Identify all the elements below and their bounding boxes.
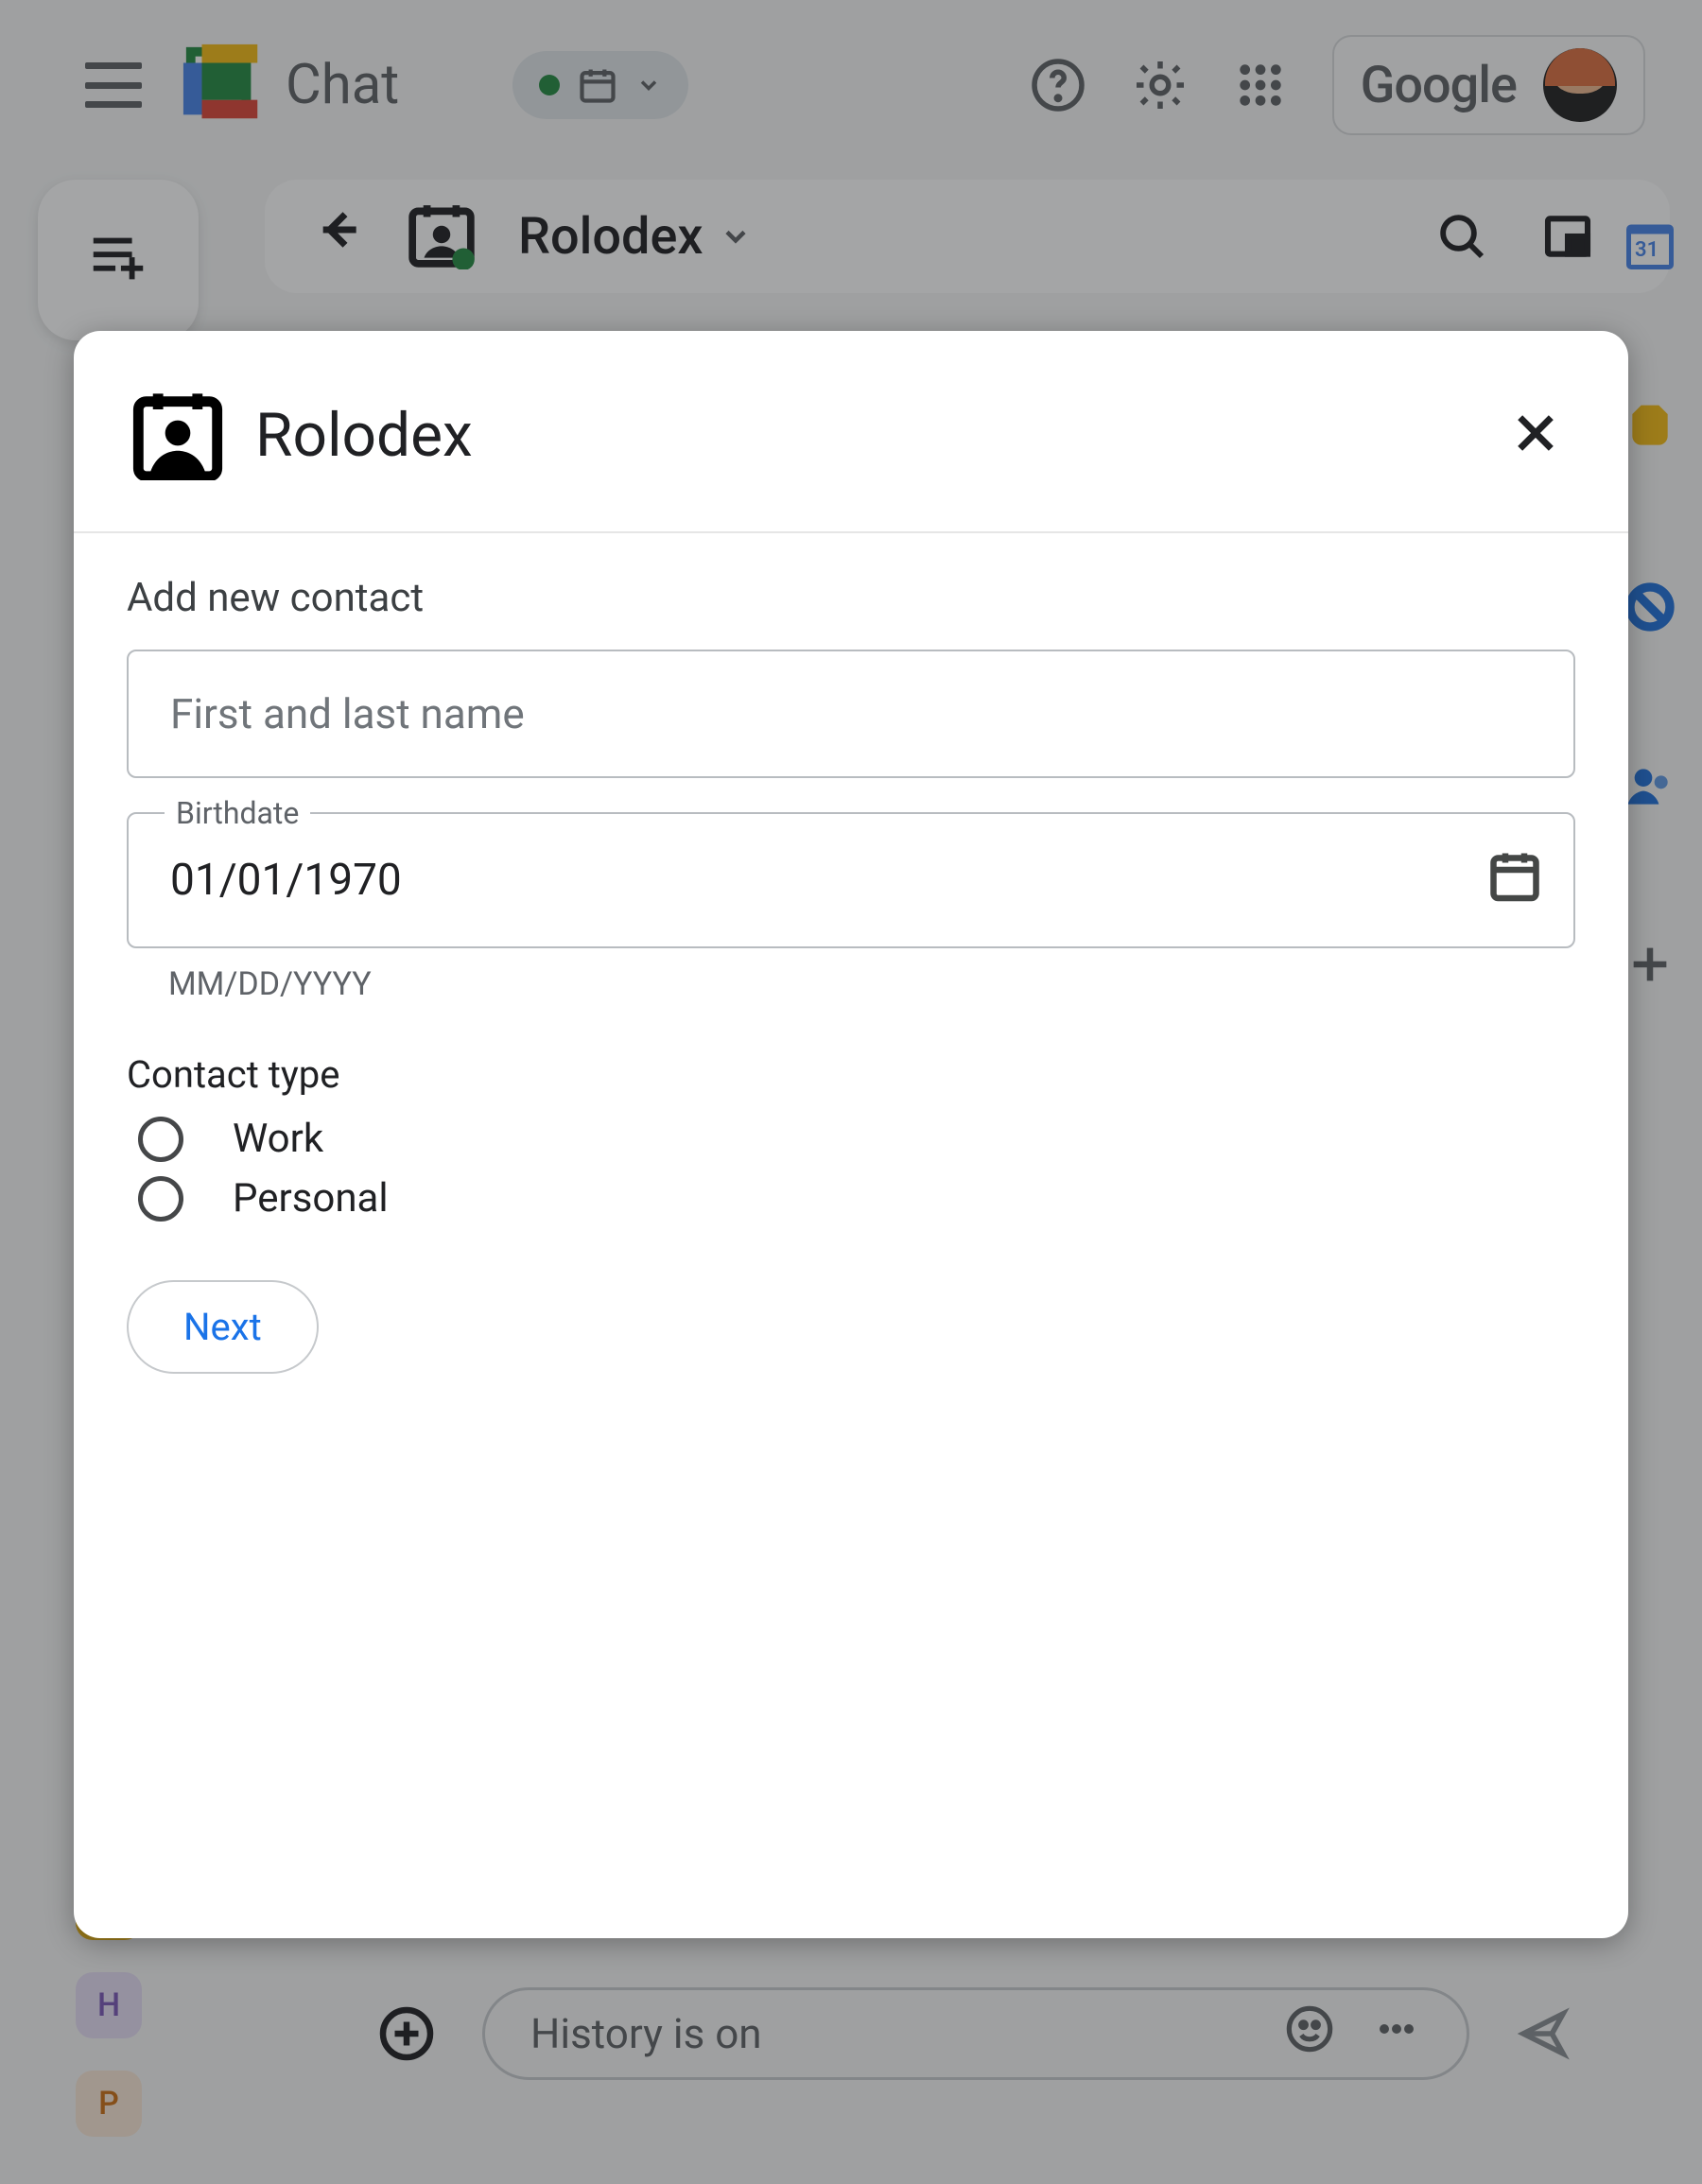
- rolodex-app-icon: [130, 386, 225, 484]
- add-contact-label: Add new contact: [127, 575, 1575, 621]
- birthdate-helper: MM/DD/YYYY: [168, 965, 1575, 1003]
- dialog-header: Rolodex: [74, 331, 1628, 533]
- radio-personal[interactable]: Personal: [127, 1175, 1575, 1222]
- dialog-title: Rolodex: [255, 400, 473, 471]
- radio-work[interactable]: Work: [127, 1116, 1575, 1162]
- radio-icon: [138, 1176, 183, 1222]
- next-button[interactable]: Next: [127, 1280, 319, 1374]
- radio-personal-label: Personal: [233, 1175, 389, 1222]
- birthdate-label: Birthdate: [165, 795, 310, 831]
- contact-type-label: Contact type: [127, 1052, 1575, 1097]
- rolodex-dialog: Rolodex Add new contact Birthdate 01/01/…: [74, 331, 1628, 1938]
- close-button[interactable]: [1509, 407, 1562, 463]
- name-input[interactable]: [127, 650, 1575, 778]
- birthdate-input[interactable]: 01/01/1970: [127, 812, 1575, 948]
- calendar-icon[interactable]: [1486, 846, 1543, 914]
- birthdate-field: Birthdate 01/01/1970 MM/DD/YYYY: [127, 812, 1575, 1003]
- radio-icon: [138, 1117, 183, 1162]
- birthdate-value: 01/01/1970: [170, 855, 402, 906]
- radio-work-label: Work: [233, 1116, 323, 1162]
- dialog-body: Add new contact Birthdate 01/01/1970 MM/…: [74, 533, 1628, 1374]
